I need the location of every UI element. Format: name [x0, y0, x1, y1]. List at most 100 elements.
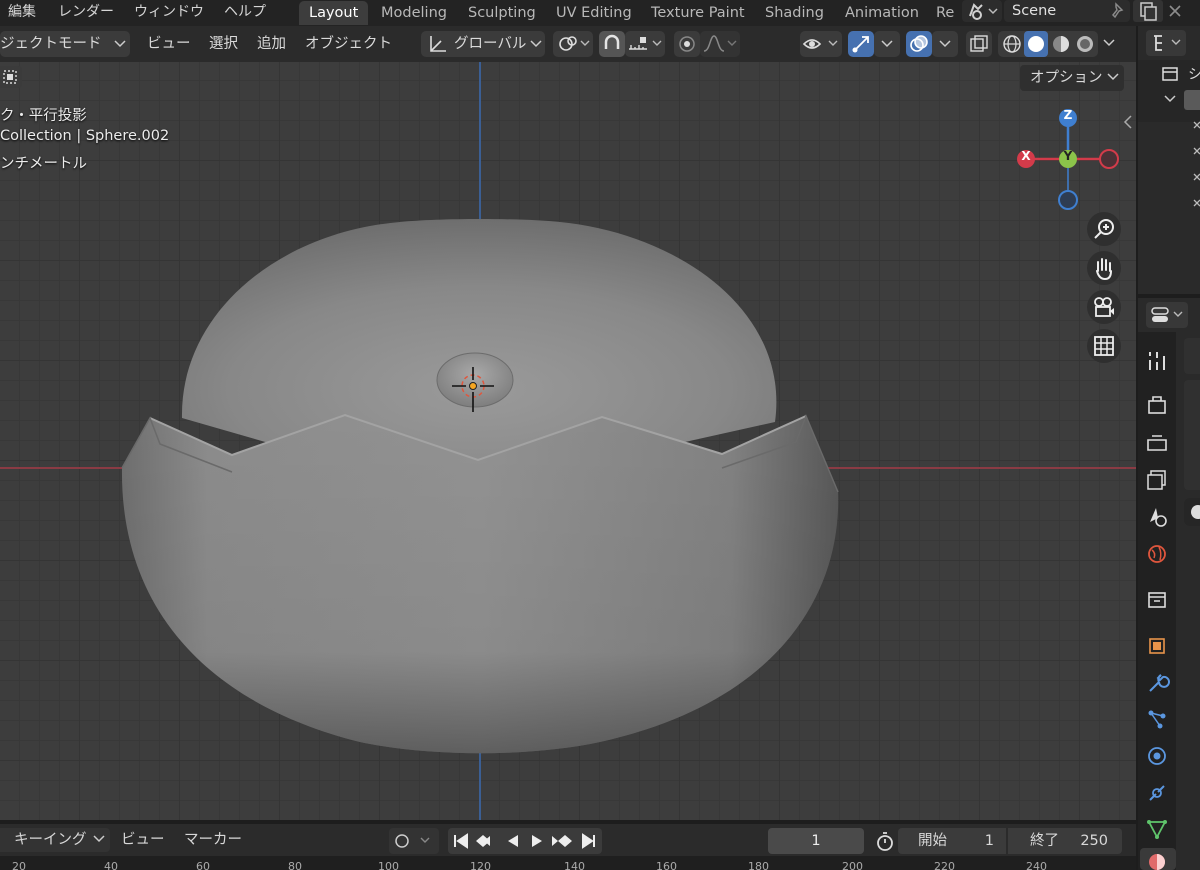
solid-shading-button[interactable]: [1024, 31, 1048, 57]
chevron-down-icon: [1107, 73, 1119, 81]
chevron-down-icon: [530, 40, 542, 48]
xray-toggle[interactable]: [966, 31, 992, 57]
chevron-down-icon[interactable]: [1102, 38, 1116, 50]
ortho-toggle-button[interactable]: [1087, 329, 1121, 363]
snap-target-selector[interactable]: [625, 31, 665, 57]
timeline-view-menu[interactable]: ビュー: [121, 828, 165, 852]
select-box-tool[interactable]: [0, 66, 22, 88]
ruler-tick: 100: [378, 860, 399, 870]
end-frame-value: 250: [1080, 833, 1108, 849]
ruler-tick: 220: [934, 860, 955, 870]
constraints-tab-icon[interactable]: [1144, 780, 1170, 806]
properties-content-panel: [1184, 380, 1200, 490]
egg-shell-object[interactable]: [0, 62, 1136, 820]
unit-scale-label: ンチメートル: [0, 156, 87, 172]
ruler-ticks: 20 40 60 80 100 120 140 160 180 200 220 …: [12, 860, 1132, 870]
pivot-point-selector[interactable]: [553, 31, 593, 57]
material-tab[interactable]: [1140, 848, 1176, 870]
material-tab-icon: [1149, 854, 1165, 870]
menu-render[interactable]: レンダー: [58, 0, 114, 24]
menu-add[interactable]: 追加: [257, 31, 286, 57]
view-layer-tab-icon[interactable]: [1144, 467, 1170, 493]
chevron-down-icon: [881, 40, 893, 48]
object-tab-icon[interactable]: [1144, 633, 1170, 659]
rendered-shading-icon[interactable]: [1073, 32, 1097, 56]
falloff-curve-icon: [703, 35, 737, 52]
collection-tab-icon[interactable]: [1144, 587, 1170, 613]
chevron-down-icon: [114, 40, 126, 48]
menu-object[interactable]: オブジェクト: [305, 31, 392, 57]
falloff-selector[interactable]: [700, 31, 740, 57]
mode-label: ジェクトモード: [0, 36, 102, 52]
tab-animation[interactable]: Animation: [835, 1, 929, 25]
ruler-tick: 160: [656, 860, 677, 870]
gizmo-menu[interactable]: [874, 31, 900, 57]
collection-object-label: Collection | Sphere.002: [0, 128, 170, 144]
tab-uv-editing[interactable]: UV Editing: [546, 1, 642, 25]
menu-view[interactable]: ビュー: [147, 31, 191, 57]
pan-button[interactable]: [1087, 251, 1121, 285]
menu-help[interactable]: ヘルプ: [224, 0, 266, 24]
outliner-row-markers: [1193, 121, 1200, 207]
gizmo-y-label: Y: [1063, 149, 1073, 163]
menu-select[interactable]: 選択: [209, 31, 238, 57]
tab-modeling[interactable]: Modeling: [371, 1, 457, 25]
tool-settings-tab-icon[interactable]: [1144, 348, 1170, 374]
sphere-icon: [1191, 505, 1200, 519]
new-scene-button[interactable]: [1133, 0, 1163, 22]
scene-collection-label: シ: [1188, 67, 1200, 83]
select-box-icon: [3, 70, 17, 84]
gizmo-toggle[interactable]: [848, 31, 874, 57]
menu-window[interactable]: ウィンドウ: [134, 0, 204, 24]
chevron-down-icon[interactable]: [1163, 94, 1177, 106]
tab-shading[interactable]: Shading: [755, 1, 834, 25]
zoom-button[interactable]: [1087, 212, 1121, 246]
overlay-toggle[interactable]: [906, 31, 932, 57]
stopwatch-icon[interactable]: [874, 828, 898, 854]
render-tab-icon[interactable]: [1144, 393, 1170, 419]
solid-shading-icon: [1028, 36, 1044, 52]
view-name: ク・平行投影: [0, 108, 87, 124]
hand-icon: [1096, 258, 1112, 281]
data-mesh-tab-icon[interactable]: [1144, 816, 1170, 842]
physics-tab-icon[interactable]: [1144, 743, 1170, 769]
output-tab-icon[interactable]: [1144, 430, 1170, 456]
proportional-edit-toggle[interactable]: [674, 31, 700, 57]
properties-editor-type[interactable]: [1146, 302, 1188, 328]
tab-rendering-truncated[interactable]: Re: [926, 1, 954, 25]
modifier-wrench-tab-icon[interactable]: [1144, 670, 1170, 696]
tab-texture-paint[interactable]: Texture Paint: [641, 1, 755, 25]
auto-keying-toggle[interactable]: [389, 828, 439, 854]
zoom-icon: [1094, 219, 1114, 239]
scene-tab-icon[interactable]: [1144, 504, 1170, 530]
tab-layout[interactable]: Layout: [299, 1, 369, 25]
pin-icon[interactable]: [1108, 1, 1128, 21]
xray-icon: [970, 35, 988, 52]
outliner-editor-type[interactable]: [1146, 30, 1186, 56]
link-icon: [559, 36, 590, 51]
world-tab-icon[interactable]: [1144, 541, 1170, 567]
overlay-menu[interactable]: [932, 31, 958, 57]
timeline-marker-menu[interactable]: マーカー: [184, 828, 242, 852]
particles-tab-icon[interactable]: [1144, 706, 1170, 732]
options-label: オプション: [1030, 70, 1103, 86]
wireframe-shading-icon[interactable]: [1000, 32, 1024, 56]
menu-edit[interactable]: 編集: [8, 0, 36, 24]
magnet-icon: [604, 34, 620, 49]
material-shading-icon[interactable]: [1049, 32, 1073, 56]
keying-label: キーイング: [14, 832, 87, 848]
orientation-icon: [430, 36, 446, 52]
ruler-tick: 140: [564, 860, 585, 870]
properties-search-field[interactable]: [1184, 498, 1200, 526]
proportional-edit-icon: [679, 36, 695, 52]
end-frame-label: 終了: [1030, 833, 1059, 849]
camera-view-button[interactable]: [1087, 290, 1121, 324]
chevron-down-icon: [93, 835, 105, 843]
tab-sculpting[interactable]: Sculpting: [458, 1, 546, 25]
playback-icons[interactable]: [448, 828, 602, 854]
close-icon[interactable]: [1166, 2, 1184, 20]
record-icon: [395, 834, 430, 848]
snap-toggle[interactable]: [599, 31, 625, 57]
visibility-selector[interactable]: [800, 31, 842, 57]
scene-selector[interactable]: [962, 0, 1002, 22]
